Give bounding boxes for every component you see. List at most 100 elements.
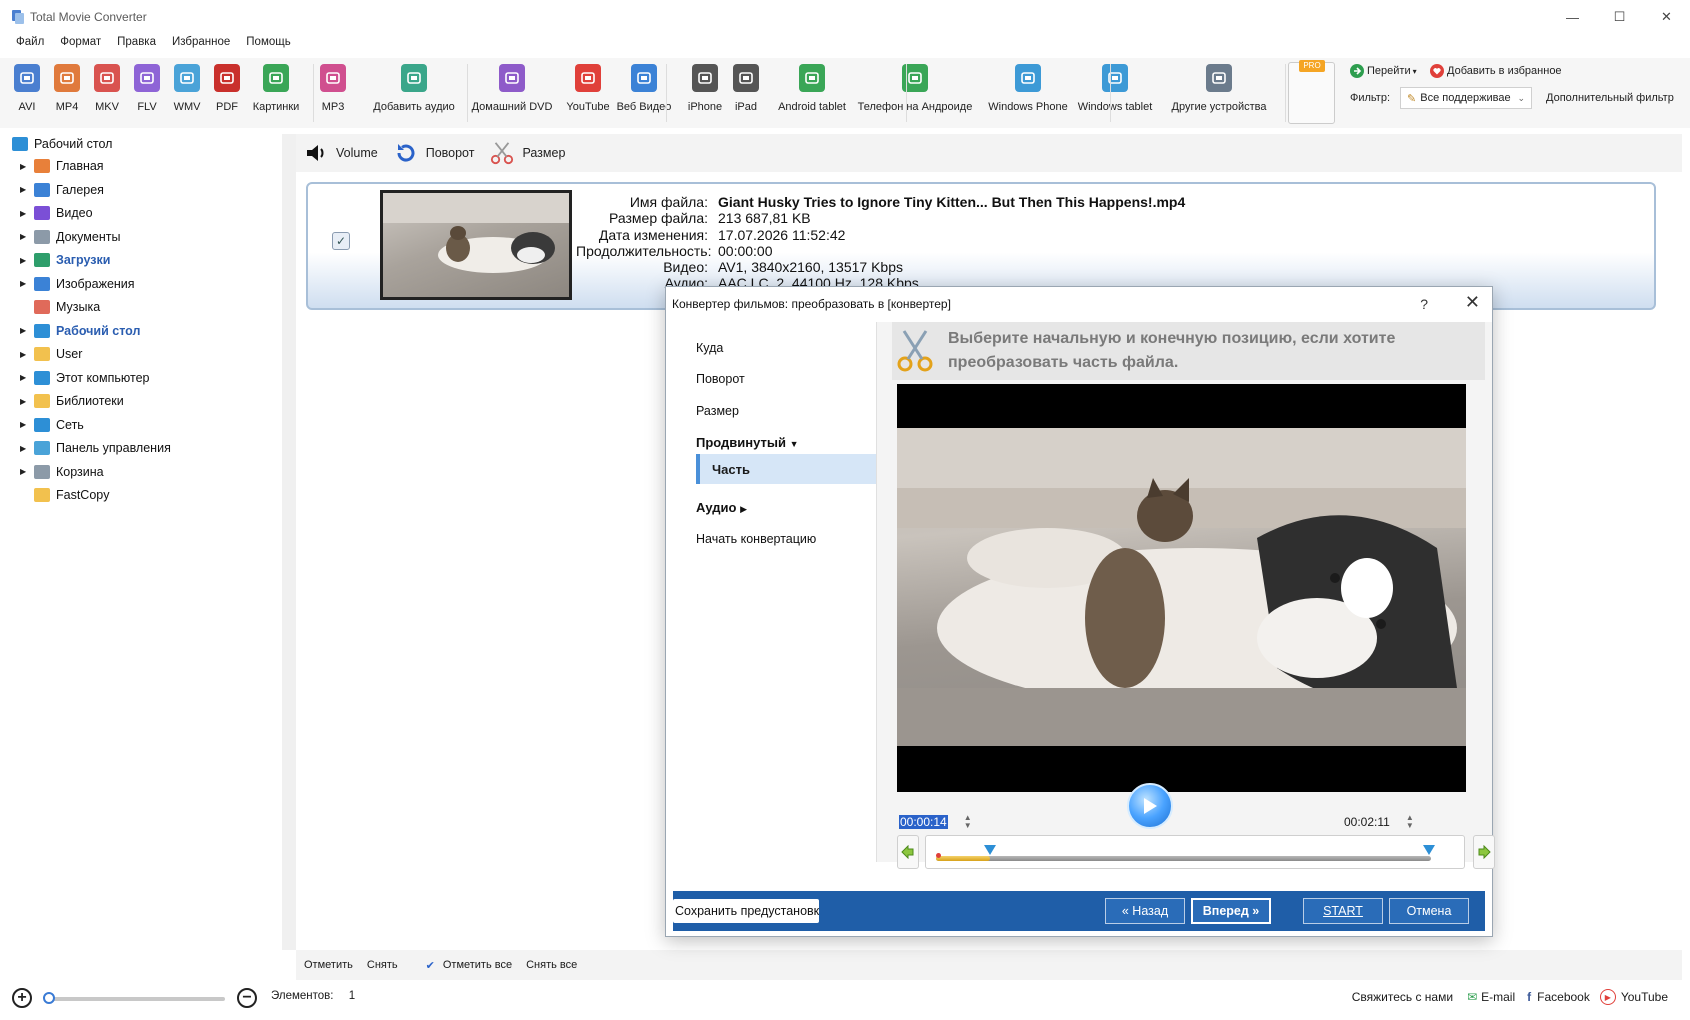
tree-item[interactable]: ▶ Библиотеки	[20, 391, 124, 411]
start-button[interactable]: START	[1303, 898, 1383, 924]
uncheck-all-button[interactable]: Снять все	[526, 959, 577, 971]
set-end-button[interactable]	[1473, 835, 1495, 869]
close-window-button[interactable]: ✕	[1643, 0, 1690, 34]
toolbar-button-label: Другие устройства	[1171, 101, 1267, 113]
set-start-button[interactable]	[897, 835, 919, 869]
tree-item[interactable]: ▶ Корзина	[20, 462, 104, 482]
items-status: Элементов: 1	[271, 990, 355, 1002]
ipad-icon	[733, 64, 759, 92]
rotate-button[interactable]: Поворот	[394, 141, 474, 165]
email-link[interactable]: E-mail	[1481, 990, 1515, 1004]
windows-tablet-icon	[1102, 64, 1128, 92]
tree-item[interactable]: ▶ Сеть	[20, 415, 84, 435]
toolbar-button-label: MP4	[55, 101, 79, 113]
check-button[interactable]: Отметить	[304, 959, 353, 971]
uncheck-button[interactable]: Снять	[367, 959, 398, 971]
zoom-out-button[interactable]: −	[237, 988, 257, 1008]
nav-audio[interactable]: Аудио ▶	[696, 500, 747, 515]
start-marker-handle[interactable]	[984, 845, 996, 855]
toolbar-button-label: FLV	[137, 101, 157, 113]
nav-rotate[interactable]: Поворот	[696, 372, 745, 386]
tree-item[interactable]: FastCopy	[20, 485, 110, 505]
tree-item[interactable]: ▶ Этот компьютер	[20, 368, 149, 388]
expand-arrow-icon[interactable]: ▶	[20, 162, 30, 171]
contact-link[interactable]: Свяжитесь с нами	[1352, 990, 1453, 1004]
expand-arrow-icon[interactable]: ▶	[20, 444, 30, 453]
goto-button[interactable]: Перейти ▾	[1350, 64, 1417, 78]
expand-arrow-icon[interactable]: ▶	[20, 279, 30, 288]
end-time-value[interactable]: 00:02:11	[1344, 815, 1390, 829]
trim-timeline[interactable]	[925, 835, 1465, 869]
panel-splitter[interactable]	[282, 134, 296, 950]
end-time-field[interactable]: 00:02:11 ▲ ▼	[1344, 812, 1414, 832]
zoom-slider-handle[interactable]	[43, 992, 55, 1004]
nav-advanced[interactable]: Продвинутый ▼	[696, 435, 799, 450]
add-favorites-button[interactable]: Добавить в избранное	[1430, 64, 1562, 78]
toolbar-button-label: Картинки	[252, 101, 300, 113]
nav-start-conversion[interactable]: Начать конвертацию	[696, 532, 816, 546]
minimize-button[interactable]: —	[1549, 0, 1596, 34]
end-marker-handle[interactable]	[1423, 845, 1435, 855]
nav-where[interactable]: Куда	[696, 341, 723, 355]
facebook-link[interactable]: Facebook	[1537, 990, 1590, 1004]
toolbar-separator	[1285, 64, 1286, 122]
tree-item-label: Изображения	[56, 276, 135, 291]
file-name: Giant Husky Tries to Ignore Tiny Kitten.…	[718, 194, 1186, 210]
tree-item[interactable]: Музыка	[20, 297, 100, 317]
start-time-spinner-icon[interactable]: ▲ ▼	[964, 814, 972, 830]
expand-arrow-icon[interactable]: ▶	[20, 467, 30, 476]
label-duration: Продолжительность:	[576, 242, 712, 259]
start-time-field[interactable]: 00:00:14 ▲ ▼	[899, 812, 972, 832]
volume-button[interactable]: Volume	[304, 141, 378, 165]
nav-audio-label: Аудио	[696, 500, 737, 515]
expand-arrow-icon[interactable]: ▶	[20, 185, 30, 194]
tree-item[interactable]: ▶ Рабочий стол	[20, 321, 140, 341]
check-all-button[interactable]: Отметить все	[443, 959, 512, 971]
maximize-button[interactable]: ☐	[1596, 0, 1643, 34]
tree-item[interactable]: ▶ Загрузки	[20, 250, 110, 270]
start-time-value[interactable]: 00:00:14	[899, 815, 948, 829]
extra-filter-link[interactable]: Дополнительный фильтр	[1546, 92, 1674, 104]
zoom-in-button[interactable]: +	[12, 988, 32, 1008]
tree-item[interactable]: ▶ Галерея	[20, 180, 104, 200]
play-button[interactable]	[1127, 783, 1173, 829]
file-checkbox[interactable]: ✓	[332, 232, 350, 250]
expand-arrow-icon[interactable]: ▶	[20, 232, 30, 241]
tree-item[interactable]: ▶ Изображения	[20, 274, 135, 294]
folder-icon	[34, 441, 50, 455]
menu-favorites[interactable]: Избранное	[172, 36, 230, 54]
video-thumbnail	[380, 190, 572, 300]
filter-select[interactable]: ✎ Все поддерживае ⌄	[1400, 87, 1533, 109]
dialog-help-button[interactable]: ?	[1420, 296, 1428, 312]
end-time-spinner-icon[interactable]: ▲ ▼	[1406, 814, 1414, 830]
next-button[interactable]: Вперед »	[1191, 898, 1271, 924]
expand-arrow-icon[interactable]: ▶	[20, 373, 30, 382]
expand-arrow-icon[interactable]: ▶	[20, 256, 30, 265]
video-preview[interactable]	[897, 384, 1466, 792]
menu-file[interactable]: Файл	[16, 36, 44, 54]
tree-item[interactable]: ▶ Видео	[20, 203, 93, 223]
resize-button[interactable]: Размер	[490, 141, 565, 165]
expand-arrow-icon[interactable]: ▶	[20, 209, 30, 218]
youtube-link[interactable]: YouTube	[1621, 990, 1668, 1004]
expand-arrow-icon[interactable]: ▶	[20, 350, 30, 359]
menu-edit[interactable]: Правка	[117, 36, 156, 54]
menu-help[interactable]: Помощь	[246, 36, 290, 54]
dialog-close-button[interactable]: ✕	[1465, 292, 1480, 313]
nav-part-selected[interactable]: Часть	[696, 454, 876, 484]
cancel-button[interactable]: Отмена	[1389, 898, 1469, 924]
nav-advanced-expand-icon: ▼	[789, 439, 799, 449]
tree-item[interactable]: ▶ Документы	[20, 227, 120, 247]
back-button[interactable]: « Назад	[1105, 898, 1185, 924]
tree-root[interactable]: Рабочий стол	[12, 134, 112, 154]
expand-arrow-icon[interactable]: ▶	[20, 397, 30, 406]
expand-arrow-icon[interactable]: ▶	[20, 420, 30, 429]
tree-item[interactable]: ▶ Главная	[20, 156, 104, 176]
save-preset-button[interactable]: Сохранить предустановк	[673, 899, 819, 923]
expand-arrow-icon[interactable]: ▶	[20, 326, 30, 335]
nav-size[interactable]: Размер	[696, 404, 739, 418]
menu-format[interactable]: Формат	[60, 36, 101, 54]
zoom-slider[interactable]	[45, 997, 225, 1001]
tree-item[interactable]: ▶ Панель управления	[20, 438, 171, 458]
tree-item[interactable]: ▶ User	[20, 344, 82, 364]
